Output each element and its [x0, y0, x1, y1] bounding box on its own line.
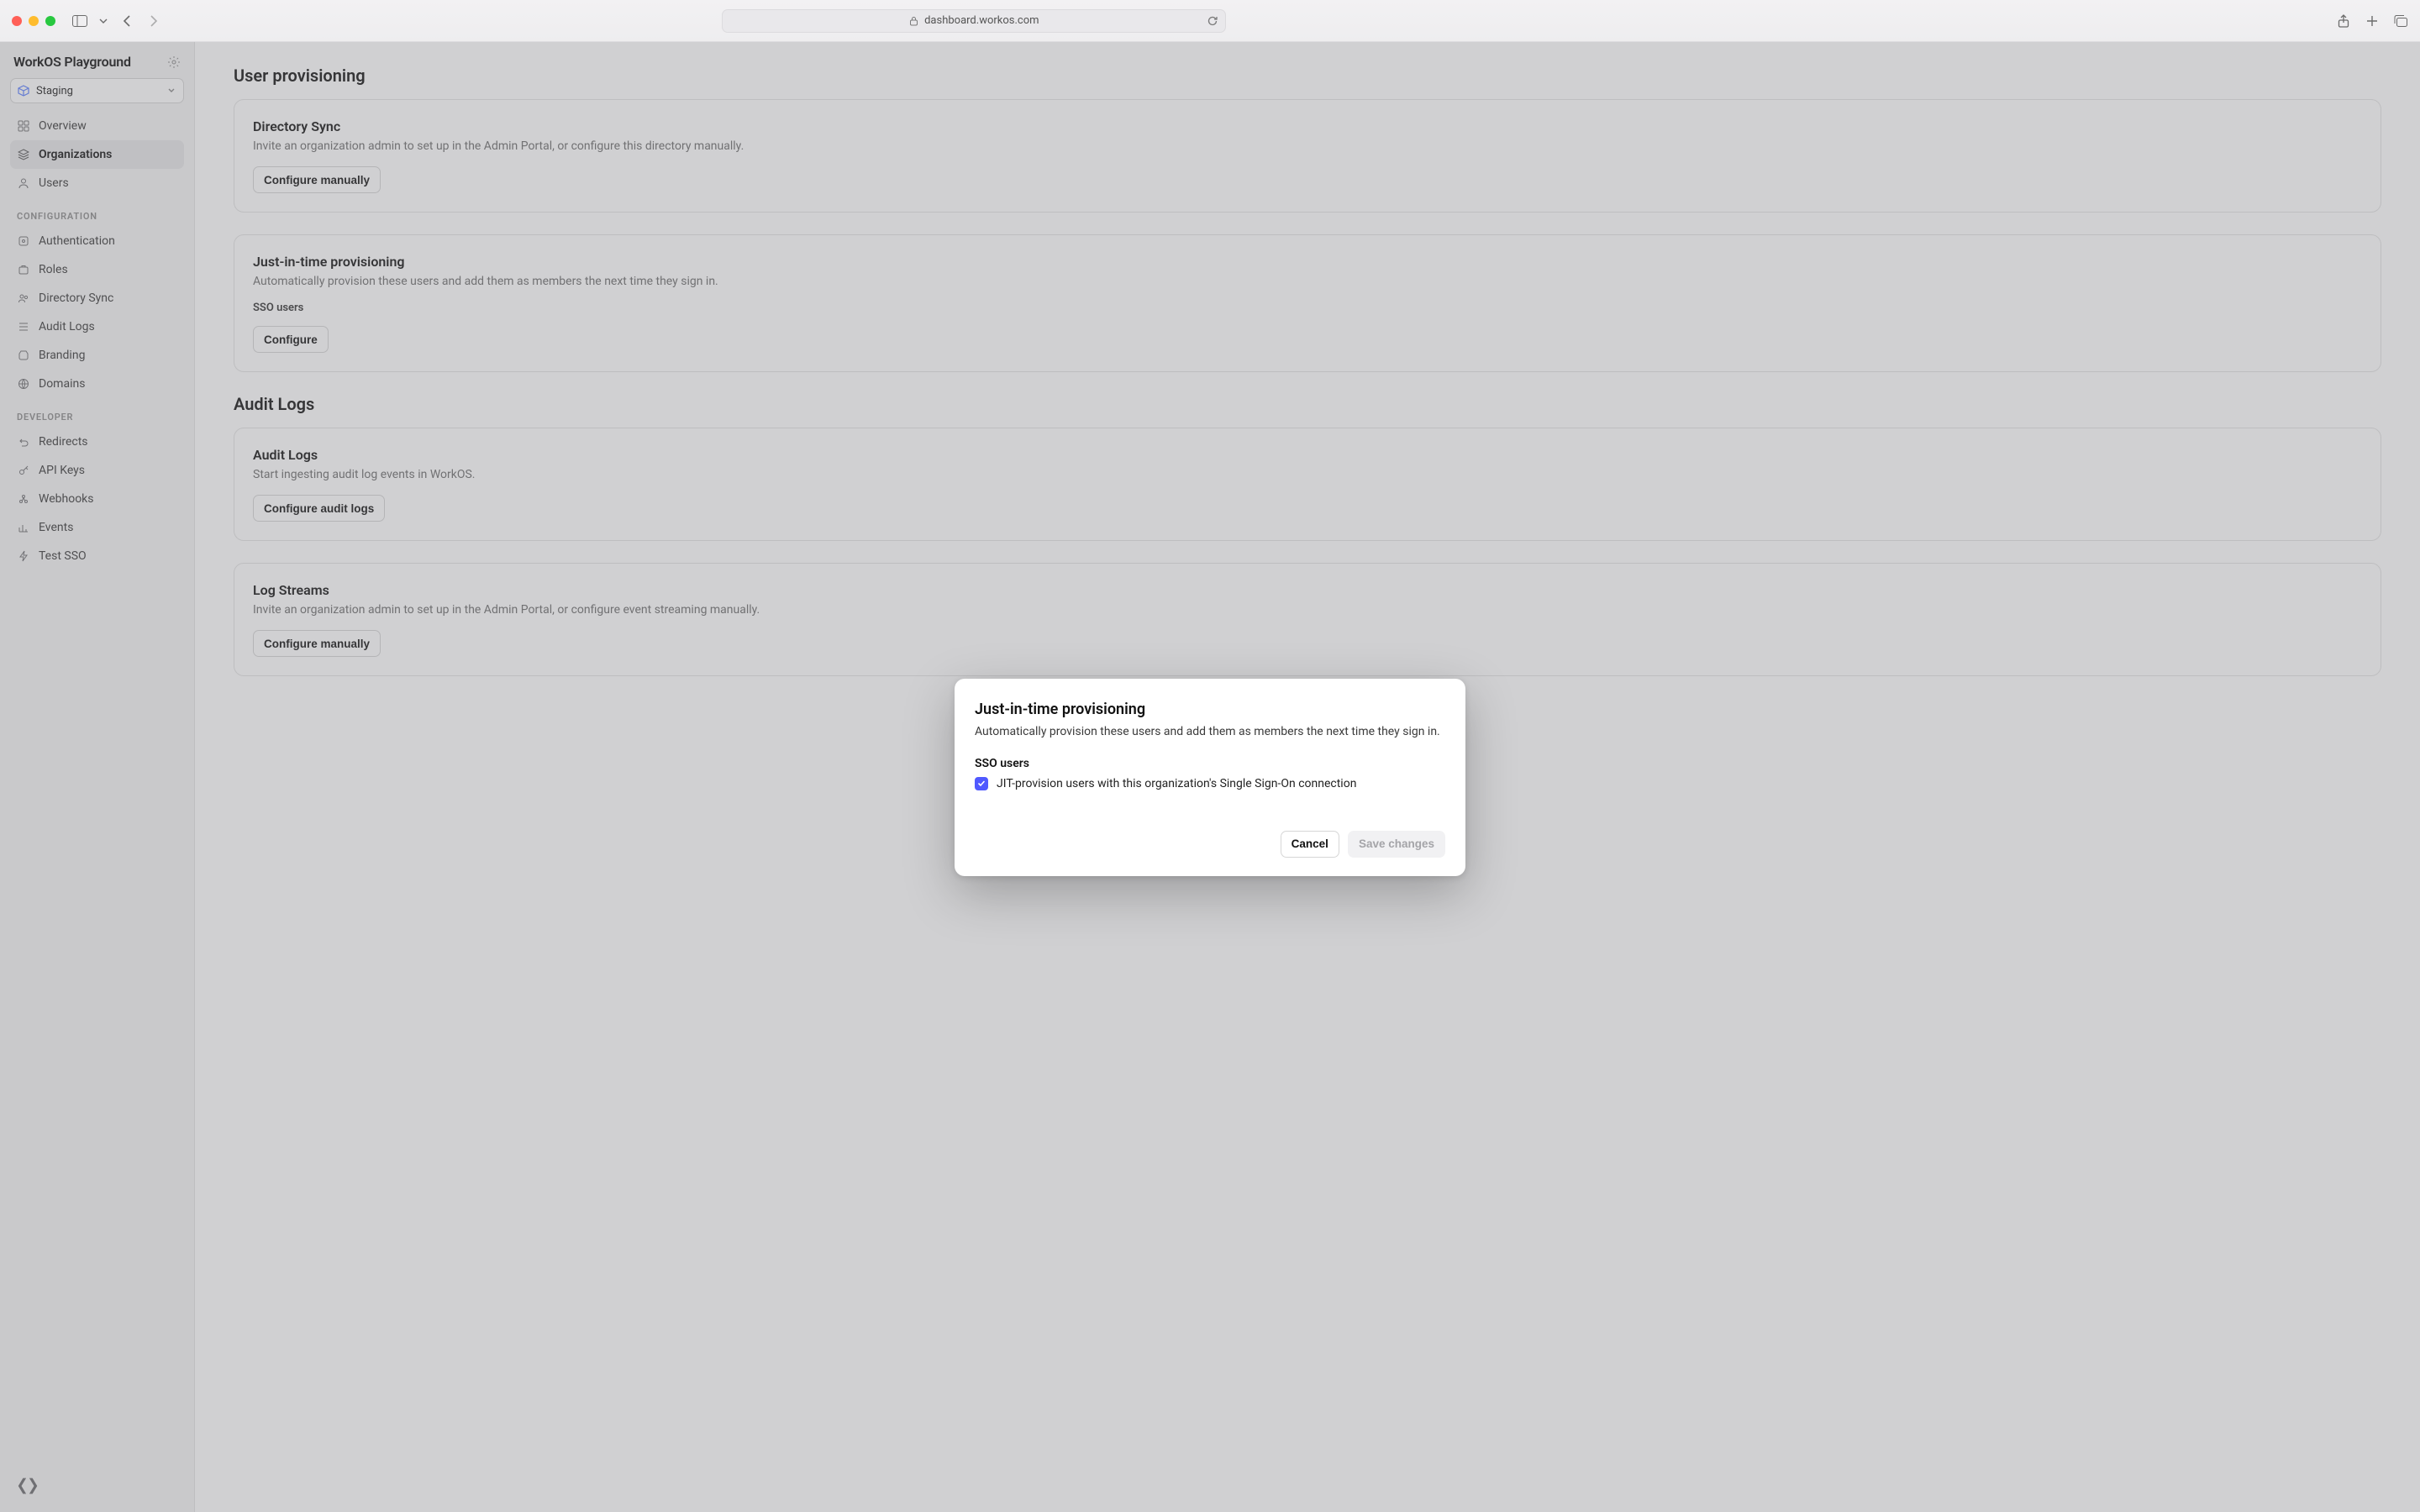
checkbox-checked-icon[interactable]: [975, 777, 988, 790]
chevron-down-icon[interactable]: [99, 13, 108, 29]
modal-title: Just-in-time provisioning: [975, 701, 1445, 718]
jit-provisioning-modal: Just-in-time provisioning Automatically …: [955, 679, 1465, 876]
browser-chrome: dashboard.workos.com: [0, 0, 2420, 42]
modal-overlay[interactable]: Just-in-time provisioning Automatically …: [0, 42, 2420, 1512]
modal-field-label: SSO users: [975, 757, 1445, 770]
window-controls: [12, 16, 55, 26]
sidebar-toggle-icon[interactable]: [72, 13, 87, 29]
forward-icon[interactable]: [146, 13, 161, 29]
back-icon[interactable]: [119, 13, 134, 29]
new-tab-icon[interactable]: [2365, 13, 2380, 29]
modal-description: Automatically provision these users and …: [975, 725, 1445, 738]
window-minimize[interactable]: [29, 16, 39, 26]
address-bar[interactable]: dashboard.workos.com: [722, 9, 1226, 33]
share-icon[interactable]: [2336, 13, 2351, 29]
jit-sso-checkbox-row[interactable]: JIT-provision users with this organizati…: [975, 777, 1445, 790]
window-zoom[interactable]: [45, 16, 55, 26]
save-changes-button[interactable]: Save changes: [1348, 831, 1445, 858]
refresh-icon[interactable]: [1207, 15, 1218, 27]
url-text: dashboard.workos.com: [924, 14, 1039, 27]
checkbox-label: JIT-provision users with this organizati…: [997, 777, 1356, 790]
tabs-icon[interactable]: [2393, 13, 2408, 29]
lock-icon: [909, 16, 919, 26]
window-close[interactable]: [12, 16, 22, 26]
cancel-button[interactable]: Cancel: [1281, 831, 1339, 858]
